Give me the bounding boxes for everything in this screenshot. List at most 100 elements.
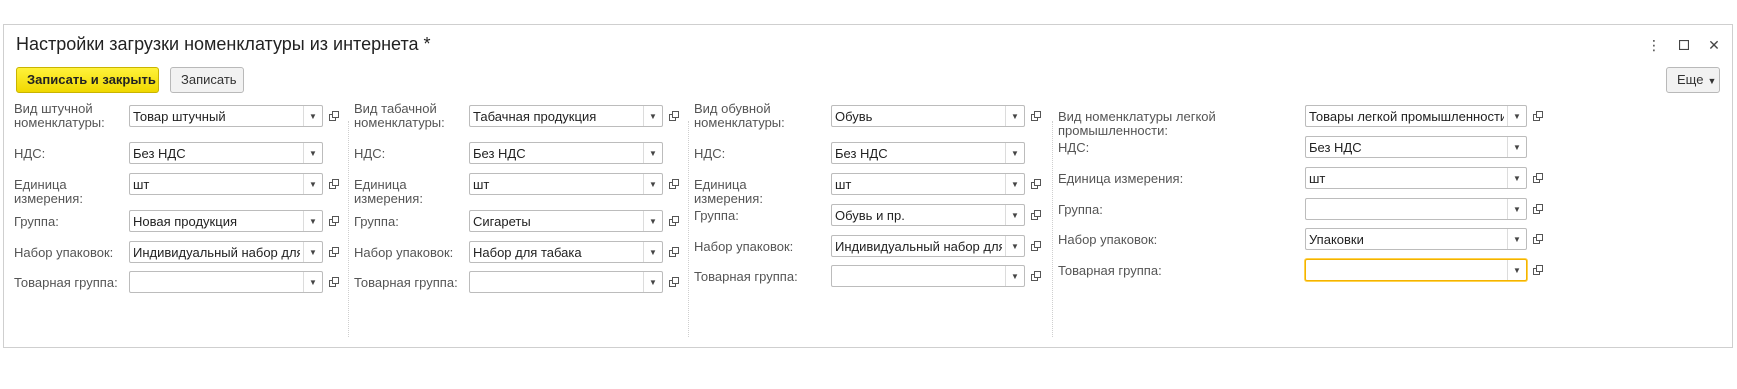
field-value: Обувь и пр. [835,208,905,223]
shoes-field-1[interactable]: Без НДС ▼ [831,142,1025,164]
field-label: Товарная группа: [694,269,798,284]
dropdown-arrow-icon[interactable]: ▼ [1005,143,1024,163]
dropdown-arrow-icon[interactable]: ▼ [1005,236,1024,256]
open-item-icon[interactable] [325,210,343,232]
open-item-icon[interactable] [1027,265,1045,287]
dropdown-arrow-icon[interactable]: ▼ [1005,174,1024,194]
dropdown-arrow-icon[interactable]: ▼ [1507,137,1526,157]
dropdown-arrow-icon[interactable]: ▼ [1507,199,1526,219]
dropdown-arrow-icon[interactable]: ▼ [1507,106,1526,126]
field-value: Без НДС [133,146,186,161]
light-industry-field-5[interactable]: ▼ [1305,259,1527,281]
settings-window: Настройки загрузки номенклатуры из интер… [3,24,1733,348]
field-label: Товарная группа: [14,275,118,290]
field-label: Вид табачной номенклатуры: [354,101,445,130]
light-industry-field-3[interactable]: ▼ [1305,198,1527,220]
tobacco-field-2[interactable]: шт ▼ [469,173,663,195]
open-item-icon[interactable] [1027,173,1045,195]
field-label: Группа: [14,214,59,229]
chevron-down-icon: ▼ [1707,76,1717,86]
open-item-icon[interactable] [665,173,683,195]
field-value: Без НДС [835,146,888,161]
tobacco-field-4[interactable]: Набор для табака ▼ [469,241,663,263]
open-item-icon[interactable] [1529,259,1547,281]
field-value: Сигареты [473,214,531,229]
close-icon[interactable]: ✕ [1704,35,1724,55]
piece-field-4[interactable]: Индивидуальный набор для ном▼ [129,241,323,263]
piece-field-2[interactable]: шт ▼ [129,173,323,195]
maximize-icon[interactable] [1674,35,1694,55]
shoes-field-4[interactable]: Индивидуальный набор для ном▼ [831,235,1025,257]
open-item-icon[interactable] [1027,235,1045,257]
open-item-icon[interactable] [1529,105,1547,127]
dropdown-arrow-icon[interactable]: ▼ [1005,205,1024,225]
field-label: Вид обувной номенклатуры: [694,101,785,130]
dropdown-arrow-icon[interactable]: ▼ [303,174,322,194]
piece-field-1[interactable]: Без НДС ▼ [129,142,323,164]
tobacco-field-0[interactable]: Табачная продукция ▼ [469,105,663,127]
field-value: шт [1309,171,1326,186]
piece-field-3[interactable]: Новая продукция ▼ [129,210,323,232]
dropdown-arrow-icon[interactable]: ▼ [1507,229,1526,249]
open-item-icon[interactable] [1027,105,1045,127]
more-button-label: Еще [1677,72,1704,87]
open-item-icon[interactable] [325,241,343,263]
open-item-icon[interactable] [665,241,683,263]
save-and-close-button[interactable]: Записать и закрыть [16,67,159,93]
tobacco-field-1[interactable]: Без НДС ▼ [469,142,663,164]
light-industry-field-0[interactable]: Товары легкой промышленности ▼ [1305,105,1527,127]
tobacco-field-3[interactable]: Сигареты ▼ [469,210,663,232]
window-title: Настройки загрузки номенклатуры из интер… [16,34,431,54]
more-button[interactable]: Еще ▼ [1666,67,1720,93]
piece-field-5[interactable]: ▼ [129,271,323,293]
shoes-field-3[interactable]: Обувь и пр. ▼ [831,204,1025,226]
dropdown-arrow-icon[interactable]: ▼ [1507,260,1526,280]
dropdown-arrow-icon[interactable]: ▼ [1507,168,1526,188]
open-item-icon[interactable] [665,105,683,127]
light-industry-field-4[interactable]: Упаковки ▼ [1305,228,1527,250]
dropdown-arrow-icon[interactable]: ▼ [303,211,322,231]
field-label: Набор упаковок: [1058,232,1158,247]
field-label: Единица измерения: [1058,171,1184,186]
dropdown-arrow-icon[interactable]: ▼ [643,174,662,194]
open-item-icon[interactable] [325,173,343,195]
open-item-icon[interactable] [325,105,343,127]
field-label: НДС: [14,146,46,161]
open-item-icon[interactable] [665,210,683,232]
open-item-icon[interactable] [1529,228,1547,250]
open-item-icon[interactable] [1529,198,1547,220]
save-button[interactable]: Записать [170,67,244,93]
dropdown-arrow-icon[interactable]: ▼ [303,242,322,262]
field-label: Набор упаковок: [694,239,794,254]
field-value: Без НДС [1309,140,1362,155]
dropdown-arrow-icon[interactable]: ▼ [643,143,662,163]
dropdown-arrow-icon[interactable]: ▼ [643,106,662,126]
open-item-icon[interactable] [1529,167,1547,189]
field-value: Товар штучный [133,109,226,124]
shoes-field-5[interactable]: ▼ [831,265,1025,287]
dropdown-arrow-icon[interactable]: ▼ [1005,266,1024,286]
dropdown-arrow-icon[interactable]: ▼ [303,272,322,292]
window-controls: ⋮ ✕ [1644,35,1724,55]
dropdown-arrow-icon[interactable]: ▼ [643,242,662,262]
dropdown-arrow-icon[interactable]: ▼ [1005,106,1024,126]
light-industry-field-2[interactable]: шт ▼ [1305,167,1527,189]
column-separator [348,121,349,337]
open-item-icon[interactable] [665,271,683,293]
shoes-field-0[interactable]: Обувь ▼ [831,105,1025,127]
dropdown-arrow-icon[interactable]: ▼ [303,106,322,126]
tobacco-field-5[interactable]: ▼ [469,271,663,293]
dropdown-arrow-icon[interactable]: ▼ [303,143,322,163]
light-industry-field-1[interactable]: Без НДС ▼ [1305,136,1527,158]
field-label: Единица измерения: [694,177,763,206]
field-label: Товарная группа: [354,275,458,290]
open-item-icon[interactable] [325,271,343,293]
field-value: Набор для табака [473,245,582,260]
more-vert-icon[interactable]: ⋮ [1644,35,1664,55]
open-item-icon[interactable] [1027,204,1045,226]
dropdown-arrow-icon[interactable]: ▼ [643,211,662,231]
field-value: Табачная продукция [473,109,597,124]
shoes-field-2[interactable]: шт ▼ [831,173,1025,195]
dropdown-arrow-icon[interactable]: ▼ [643,272,662,292]
piece-field-0[interactable]: Товар штучный ▼ [129,105,323,127]
